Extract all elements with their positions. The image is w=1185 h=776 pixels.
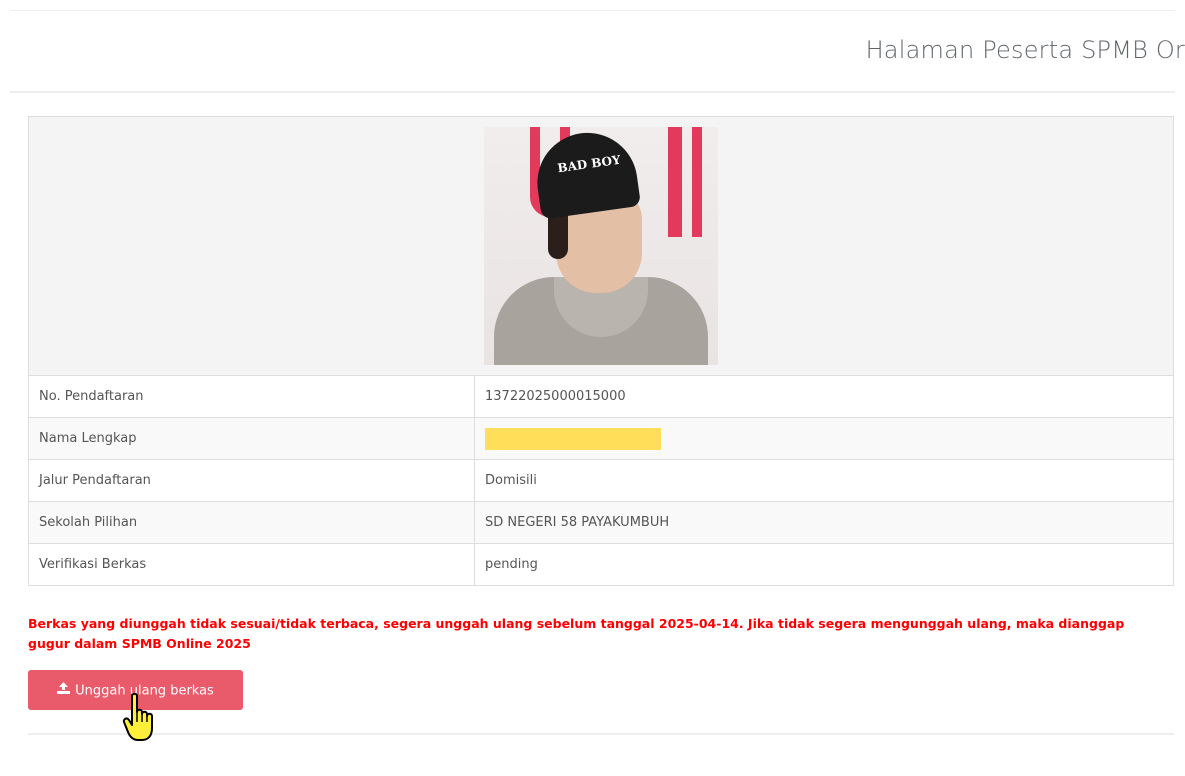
page-title: Halaman Peserta SPMB Or	[865, 36, 1185, 64]
row-label: Nama Lengkap	[28, 417, 475, 460]
row-value: SD NEGERI 58 PAYAKUMBUH	[474, 501, 1174, 544]
redacted-name	[485, 427, 661, 450]
table-row: Nama Lengkap	[28, 417, 1174, 460]
photo-row: BAD BOY	[28, 116, 1174, 376]
photo-cell: BAD BOY	[28, 116, 1174, 376]
hand-pointer-cursor-icon	[122, 692, 153, 741]
header-divider	[10, 91, 1175, 93]
table-row: Sekolah Pilihan SD NEGERI 58 PAYAKUMBUH	[28, 501, 1174, 544]
upload-icon	[57, 671, 71, 711]
top-divider	[10, 10, 1175, 11]
row-label: No. Pendaftaran	[28, 375, 475, 418]
participant-table: BAD BOY No. Pendaftaran 1372202500001500…	[28, 116, 1174, 586]
row-label: Jalur Pendaftaran	[28, 459, 475, 502]
reupload-warning: Berkas yang diunggah tidak sesuai/tidak …	[28, 616, 1125, 651]
participant-photo: BAD BOY	[484, 127, 718, 365]
table-row: Jalur Pendaftaran Domisili	[28, 459, 1174, 502]
row-value: pending	[474, 543, 1174, 586]
row-value: Domisili	[474, 459, 1174, 502]
table-row: No. Pendaftaran 13722025000015000	[28, 375, 1174, 418]
table-row: Verifikasi Berkas pending	[28, 543, 1174, 586]
bottom-divider	[28, 733, 1174, 735]
row-label: Verifikasi Berkas	[28, 543, 475, 586]
row-value	[474, 417, 1174, 460]
row-label: Sekolah Pilihan	[28, 501, 475, 544]
row-value: 13722025000015000	[474, 375, 1174, 418]
